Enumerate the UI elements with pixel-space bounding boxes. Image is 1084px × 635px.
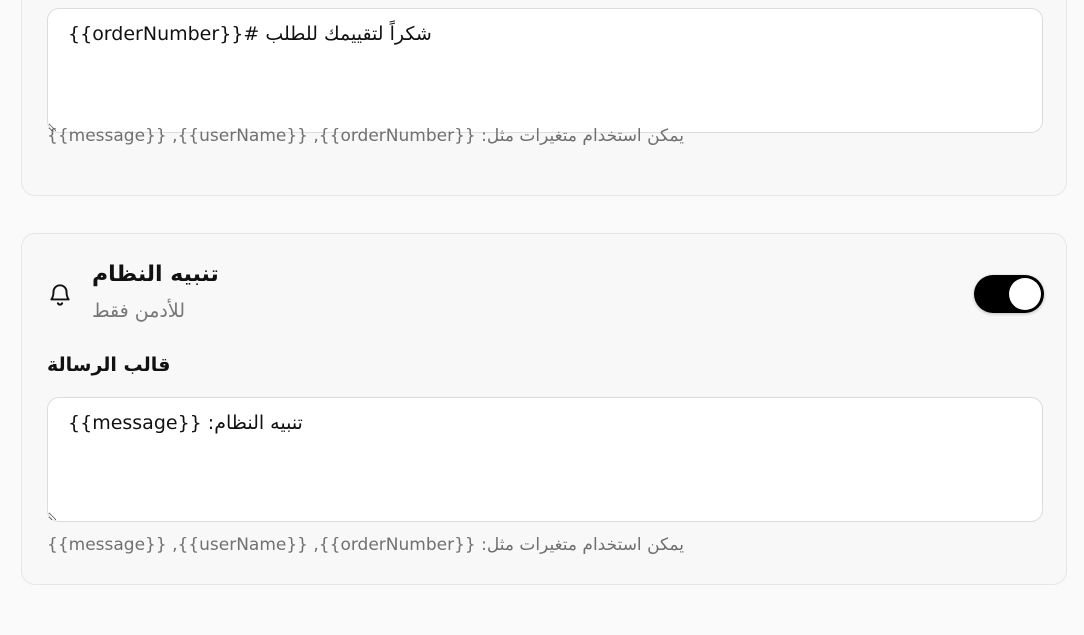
variables-hint: يمكن استخدام متغيرات مثل: {{orderNumber}… [47,535,684,555]
message-template-textarea[interactable]: شكراً لتقييمك للطلب #{{orderNumber}} [47,8,1043,133]
template-label: قالب الرسالة [47,354,171,376]
system-alert-notification-card: تنبيه النظام للأدمن فقط قالب الرسالة تنب… [21,233,1067,585]
order-rating-notification-card: شكراً لتقييمك للطلب #{{orderNumber}} يمك… [21,0,1067,196]
message-template-textarea[interactable]: تنبيه النظام: {{message}} [47,397,1043,522]
card-subtitle: للأدمن فقط [92,300,185,322]
card-title: تنبيه النظام [92,262,219,287]
enable-toggle[interactable] [974,275,1044,313]
bell-icon [50,284,70,306]
variables-hint: يمكن استخدام متغيرات مثل: {{orderNumber}… [47,126,684,146]
toggle-knob [1009,278,1041,310]
